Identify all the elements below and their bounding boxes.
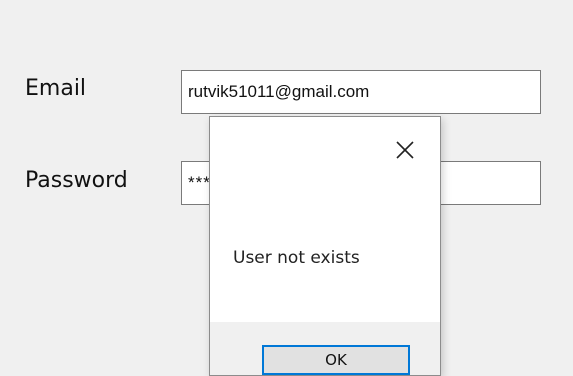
ok-button[interactable]: OK bbox=[262, 345, 410, 375]
dialog-footer: OK bbox=[210, 322, 440, 375]
dialog-message: User not exists bbox=[233, 248, 360, 268]
email-label: Email bbox=[25, 76, 87, 101]
message-dialog: User not exists OK bbox=[209, 116, 441, 376]
password-label: Password bbox=[25, 168, 128, 193]
close-icon[interactable] bbox=[392, 137, 418, 163]
email-input[interactable] bbox=[181, 70, 541, 114]
